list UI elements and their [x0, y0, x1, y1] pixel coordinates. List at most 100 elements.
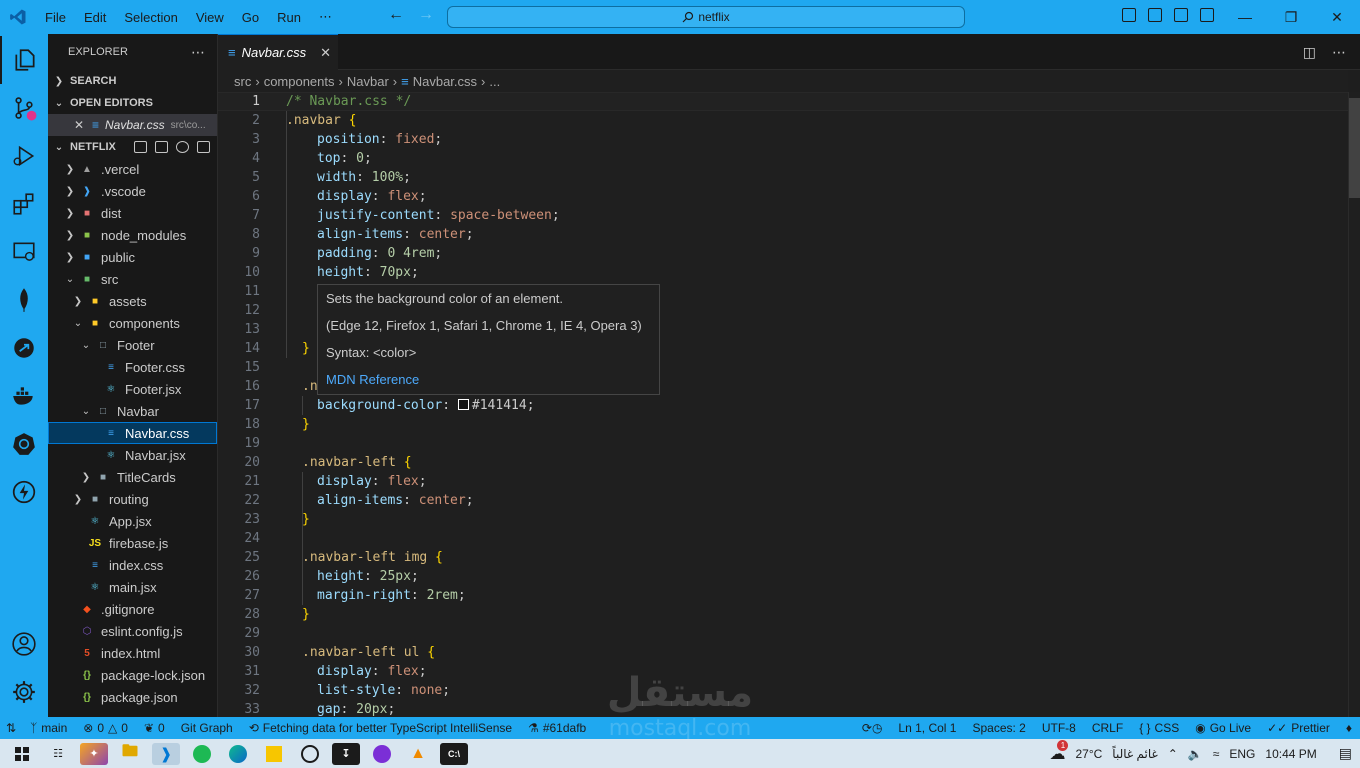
- editor-scrollbar[interactable]: [1348, 92, 1360, 717]
- weather-description[interactable]: غائم غالباً: [1112, 747, 1157, 761]
- tree-item[interactable]: ⬡ eslint.config.js: [48, 620, 217, 642]
- settings-gear-icon[interactable]: [0, 668, 48, 716]
- language-mode[interactable]: { } CSS: [1131, 721, 1187, 735]
- weather-icon[interactable]: ☁ 1: [1049, 739, 1069, 764]
- refresh-icon[interactable]: [175, 141, 189, 153]
- breadcrumb-symbol[interactable]: ...: [489, 74, 500, 89]
- encoding-status[interactable]: UTF-8: [1034, 721, 1084, 735]
- tree-item[interactable]: ❯ ■ TitleCards: [48, 466, 217, 488]
- docker-icon[interactable]: [0, 372, 48, 420]
- tree-item[interactable]: ⌄ ■ components: [48, 312, 217, 334]
- wifi-icon[interactable]: ≈: [1213, 747, 1220, 761]
- tray-chevron-up-icon[interactable]: ⌃: [1168, 747, 1178, 761]
- breadcrumb-file[interactable]: Navbar.css: [413, 74, 477, 89]
- source-control-icon[interactable]: [0, 84, 48, 132]
- close-icon[interactable]: ✕: [1314, 0, 1360, 34]
- speaker-icon[interactable]: 🔈: [1188, 747, 1203, 761]
- menu-view[interactable]: View: [187, 10, 233, 25]
- edge-browser-icon[interactable]: [224, 743, 252, 765]
- tree-item[interactable]: ❯ ❱ .vscode: [48, 180, 217, 202]
- color-swatch[interactable]: [457, 399, 469, 410]
- extensions-icon[interactable]: [0, 180, 48, 228]
- notification-center-icon[interactable]: ▤: [1339, 745, 1352, 762]
- tree-item[interactable]: ≡ index.css: [48, 554, 217, 576]
- notifications-bell-icon[interactable]: ♦: [1338, 721, 1360, 735]
- tree-item[interactable]: ❯ ▲ .vercel: [48, 158, 217, 180]
- toggle-primary-sidebar-icon[interactable]: [1122, 8, 1136, 22]
- open-editor-item[interactable]: ✕ ≡ Navbar.css src\co...: [48, 114, 217, 136]
- eol-status[interactable]: CRLF: [1084, 721, 1131, 735]
- menu-edit[interactable]: Edit: [75, 10, 115, 25]
- menu-file[interactable]: File: [36, 10, 75, 25]
- tree-item[interactable]: ≡ Footer.css: [48, 356, 217, 378]
- explorer-icon[interactable]: [0, 36, 48, 84]
- netflix-section[interactable]: ⌄ NETFLIX: [48, 136, 217, 158]
- code-editor[interactable]: 1 2 3 4 5 6 7 8 9 10 11 12 13 14 15 16 17 18 19 20 21 22 23 24 2…: [218, 92, 1348, 717]
- menu-more[interactable]: ⋯: [310, 9, 341, 25]
- tree-item[interactable]: ⚛ Footer.jsx: [48, 378, 217, 400]
- tree-item[interactable]: ❯ ■ node_modules: [48, 224, 217, 246]
- sync-status[interactable]: ⟳◷: [854, 721, 891, 735]
- commit-status[interactable]: ⚗ #61dafb: [520, 721, 594, 735]
- mongodb-icon[interactable]: [0, 276, 48, 324]
- new-folder-icon[interactable]: [154, 141, 168, 153]
- remote-explorer-icon[interactable]: [0, 228, 48, 276]
- git-graph-button[interactable]: Git Graph: [173, 721, 241, 735]
- editor-more-icon[interactable]: ⋯: [1332, 44, 1346, 61]
- menu-run[interactable]: Run: [268, 10, 310, 25]
- tree-item[interactable]: ⌄ ■ src: [48, 268, 217, 290]
- new-file-icon[interactable]: [133, 141, 147, 153]
- indentation-status[interactable]: Spaces: 2: [964, 721, 1033, 735]
- forward-arrow-icon[interactable]: →: [418, 6, 434, 24]
- breadcrumb-components[interactable]: components: [264, 74, 335, 89]
- branch-status[interactable]: ᛉ main: [22, 721, 75, 735]
- menu-go[interactable]: Go: [233, 10, 268, 25]
- split-editor-icon[interactable]: ◫: [1303, 44, 1316, 61]
- go-live-button[interactable]: ◉ Go Live: [1187, 721, 1259, 735]
- menu-selection[interactable]: Selection: [115, 10, 186, 25]
- customize-layout-icon[interactable]: [1200, 8, 1214, 22]
- scrollbar-thumb[interactable]: [1349, 98, 1360, 198]
- toggle-secondary-sidebar-icon[interactable]: [1174, 8, 1188, 22]
- tree-item[interactable]: ❯ ■ assets: [48, 290, 217, 312]
- back-arrow-icon[interactable]: ←: [388, 6, 404, 24]
- vscode-taskbar-icon[interactable]: ❱: [152, 742, 180, 765]
- search-section[interactable]: ❯ SEARCH: [48, 70, 217, 92]
- tree-item[interactable]: ≡ Navbar.css: [48, 422, 217, 444]
- tree-item[interactable]: JS firebase.js: [48, 532, 217, 554]
- tree-item[interactable]: ⚛ main.jsx: [48, 576, 217, 598]
- mdn-reference-link[interactable]: MDN Reference: [326, 372, 651, 399]
- input-language[interactable]: ENG: [1229, 747, 1255, 761]
- tree-item[interactable]: ⚛ App.jsx: [48, 510, 217, 532]
- clock[interactable]: 10:44 PM: [1265, 747, 1316, 761]
- collapse-all-icon[interactable]: [196, 141, 210, 153]
- breadcrumb-navbar[interactable]: Navbar: [347, 74, 389, 89]
- spotify-icon[interactable]: [188, 743, 216, 765]
- cursor-position[interactable]: Ln 1, Col 1: [890, 721, 964, 735]
- tree-item[interactable]: ⌄ □ Navbar: [48, 400, 217, 422]
- minimize-icon[interactable]: —: [1222, 0, 1268, 34]
- open-editors-section[interactable]: ⌄ OPEN EDITORS: [48, 92, 217, 114]
- tree-item[interactable]: ❯ ■ dist: [48, 202, 217, 224]
- downloader-icon[interactable]: ↧: [332, 742, 360, 765]
- problems-status[interactable]: ⊗ 0 △ 0: [75, 721, 136, 735]
- windows-start-icon[interactable]: [8, 743, 36, 765]
- tree-item[interactable]: 5 index.html: [48, 642, 217, 664]
- restore-icon[interactable]: ❐: [1268, 0, 1314, 34]
- tree-item[interactable]: ❯ ■ routing: [48, 488, 217, 510]
- close-tab-icon[interactable]: ✕: [320, 45, 331, 61]
- tree-item[interactable]: ⌄ □ Footer: [48, 334, 217, 356]
- vlc-icon[interactable]: ▲: [404, 743, 432, 765]
- ports-status[interactable]: ❦ 0: [136, 721, 173, 735]
- command-center-search[interactable]: netflix: [447, 6, 965, 28]
- accounts-icon[interactable]: [0, 620, 48, 668]
- run-debug-icon[interactable]: [0, 132, 48, 180]
- remote-indicator[interactable]: ⇅: [0, 721, 22, 735]
- terminal-icon[interactable]: C:\: [440, 742, 468, 765]
- tree-item[interactable]: ⚛ Navbar.jsx: [48, 444, 217, 466]
- whatsapp-icon[interactable]: [296, 743, 324, 765]
- file-explorer-icon[interactable]: 🖿: [116, 743, 144, 765]
- tree-item[interactable]: {} package.json: [48, 686, 217, 708]
- thunder-client-icon[interactable]: [0, 468, 48, 516]
- sticky-notes-icon[interactable]: [260, 743, 288, 765]
